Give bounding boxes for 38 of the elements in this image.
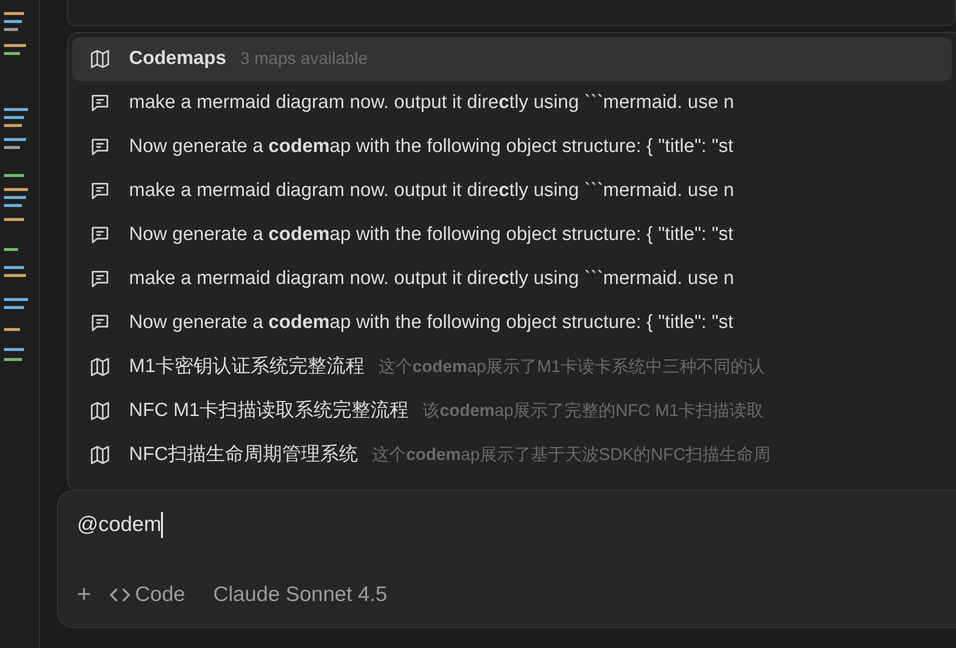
suggestion-item[interactable]: make a mermaid diagram now. output it directly using ```mermaid. use n — [72, 169, 952, 213]
suggestion-item[interactable]: Now generate a codemap with the following object structure: { "title": "st — [72, 125, 952, 169]
item-title: M1卡密钥认证系统完整流程 — [129, 354, 364, 379]
map-icon — [89, 400, 111, 422]
message-icon — [89, 92, 111, 114]
suggestion-item[interactable]: NFC M1卡扫描读取系统完整流程 该codemap展示了完整的NFC M1卡扫描读取 — [72, 389, 952, 433]
text-cursor — [161, 512, 164, 538]
item-title: Now generate a codemap with the following object structure: { "title": "st — [129, 134, 734, 159]
item-title: Now generate a codemap with the following object structure: { "title": "st — [129, 222, 734, 247]
input-field[interactable]: @codem — [77, 509, 937, 541]
suggestion-item[interactable]: Now generate a codemap with the following object structure: { "title": "st — [72, 213, 952, 257]
item-description: 这个codemap展示了基于天波SDK的NFC扫描生命周 — [372, 444, 771, 466]
map-icon — [89, 444, 111, 466]
message-icon — [89, 136, 111, 158]
item-title: make a mermaid diagram now. output it directly using ```mermaid. use n — [129, 90, 734, 115]
model-button[interactable]: Claude Sonnet 4.5 — [213, 579, 388, 610]
suggestion-item[interactable]: NFC扫描生命周期管理系统 这个codemap展示了基于天波SDK的NFC扫描生命周 — [72, 433, 952, 477]
item-title: make a mermaid diagram now. output it directly using ```mermaid. use n — [129, 178, 734, 203]
suggestion-item[interactable]: Now generate a codemap with the following object structure: { "title": "st — [72, 301, 952, 345]
mode-button[interactable]: Code — [109, 579, 186, 610]
map-icon — [89, 48, 111, 70]
item-title: NFC M1卡扫描读取系统完整流程 — [129, 398, 409, 423]
add-button[interactable]: + — [77, 582, 92, 607]
suggestion-item[interactable]: make a mermaid diagram now. output it directly using ```mermaid. use n — [72, 257, 952, 301]
item-title: make a mermaid diagram now. output it directly using ```mermaid. use n — [129, 266, 734, 291]
suggestion-item[interactable]: M1卡密钥认证系统完整流程 这个codemap展示了M1卡读卡系统中三种不同的认 — [72, 345, 952, 389]
code-icon — [109, 586, 132, 603]
item-description: 这个codemap展示了M1卡读卡系统中三种不同的认 — [378, 356, 765, 378]
message-icon — [89, 224, 111, 246]
message-icon — [89, 312, 111, 334]
item-title: Codemaps — [129, 46, 226, 71]
message-icon — [89, 180, 111, 202]
suggestion-item[interactable]: make a mermaid diagram now. output it directly using ```mermaid. use n — [72, 81, 952, 125]
item-title: Now generate a codemap with the following object structure: { "title": "st — [129, 310, 734, 335]
map-icon — [89, 356, 111, 378]
item-description: 该codemap展示了完整的NFC M1卡扫描读取 — [422, 400, 764, 422]
item-title: NFC扫描生命周期管理系统 — [129, 442, 358, 467]
message-icon — [89, 268, 111, 290]
